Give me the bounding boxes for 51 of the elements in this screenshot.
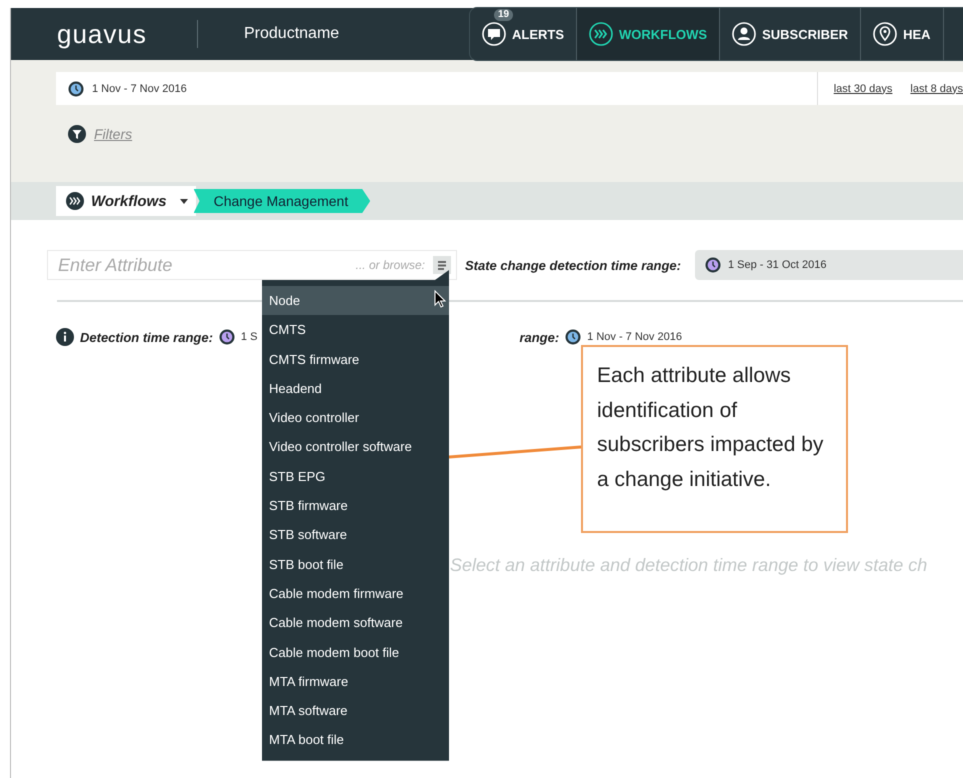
caret-icon xyxy=(180,198,188,204)
menu-item[interactable]: Headend xyxy=(262,374,449,404)
menu-item[interactable]: STB software xyxy=(262,520,449,550)
state-range-selector[interactable]: 1 Sep - 31 Oct 2016 xyxy=(695,250,963,280)
mouse-cursor-icon xyxy=(434,290,446,308)
comparison-range-label: range: xyxy=(519,330,560,344)
clock-icon xyxy=(218,329,235,345)
location-pin-icon xyxy=(873,22,898,46)
preset-range-link[interactable]: last 8 days xyxy=(910,82,963,94)
empty-state-hint: Select an attribute and detection time range to view state ch xyxy=(450,555,928,576)
menu-item[interactable]: CMTS firmware xyxy=(262,344,449,374)
nav-tab[interactable]: SUBSCRIBER xyxy=(720,8,862,60)
nav-tab[interactable]: WORKFLOWS xyxy=(577,8,720,60)
speech-bubble-icon xyxy=(482,22,506,46)
menu-item[interactable]: Video controller software xyxy=(262,432,449,462)
menu-item[interactable]: Cable modem boot file xyxy=(262,638,449,667)
chevrons-icon xyxy=(589,22,613,46)
comparison-range: 1 Nov - 7 Nov 2016 xyxy=(587,331,682,343)
menu-item[interactable]: MTA firmware xyxy=(262,666,449,696)
chevrons-icon xyxy=(66,192,84,210)
menu-item[interactable]: CMTS xyxy=(262,315,449,345)
menu-item[interactable]: Cable modem software xyxy=(262,608,449,638)
state-range-label: State change detection time range: xyxy=(465,258,681,272)
callout-note: Each attribute allows identification of subscribers impacted by a change initiative. xyxy=(581,345,848,533)
clock-icon xyxy=(705,257,721,273)
menu-item[interactable]: Node xyxy=(262,286,449,316)
alert-count-badge: 19 xyxy=(494,9,514,21)
workflows-dropdown[interactable]: Workflows xyxy=(56,186,196,216)
menu-item[interactable]: MTA boot file xyxy=(262,725,449,755)
clock-icon xyxy=(68,80,84,96)
menu-item[interactable]: STB EPG xyxy=(262,462,449,492)
info-icon xyxy=(56,328,74,346)
menu-item[interactable]: STB boot file xyxy=(262,550,449,579)
preset-range-link[interactable]: last 30 days xyxy=(834,82,892,94)
browse-button[interactable] xyxy=(433,256,451,274)
menu-item[interactable]: MTA software xyxy=(262,696,449,726)
menu-item[interactable]: Video controller xyxy=(262,403,449,432)
filter-icon xyxy=(68,125,86,143)
detection-range-label: Detection time range: xyxy=(80,330,213,344)
user-icon xyxy=(732,22,756,46)
product-name: Productname xyxy=(244,25,340,43)
breadcrumb-step[interactable]: Change Management xyxy=(194,189,370,213)
detection-range: 1 S xyxy=(240,331,258,343)
logo: guavus xyxy=(57,18,148,50)
date-range: 1 Nov - 7 Nov 2016 xyxy=(92,82,187,94)
menu-item[interactable]: STB firmware xyxy=(262,491,449,520)
browse-label: ... or browse: xyxy=(356,258,425,272)
menu-item[interactable]: Cable modem firmware xyxy=(262,578,449,608)
clock-icon xyxy=(565,329,582,345)
list-icon xyxy=(438,260,446,270)
nav-tab[interactable]: HEA xyxy=(861,8,944,60)
